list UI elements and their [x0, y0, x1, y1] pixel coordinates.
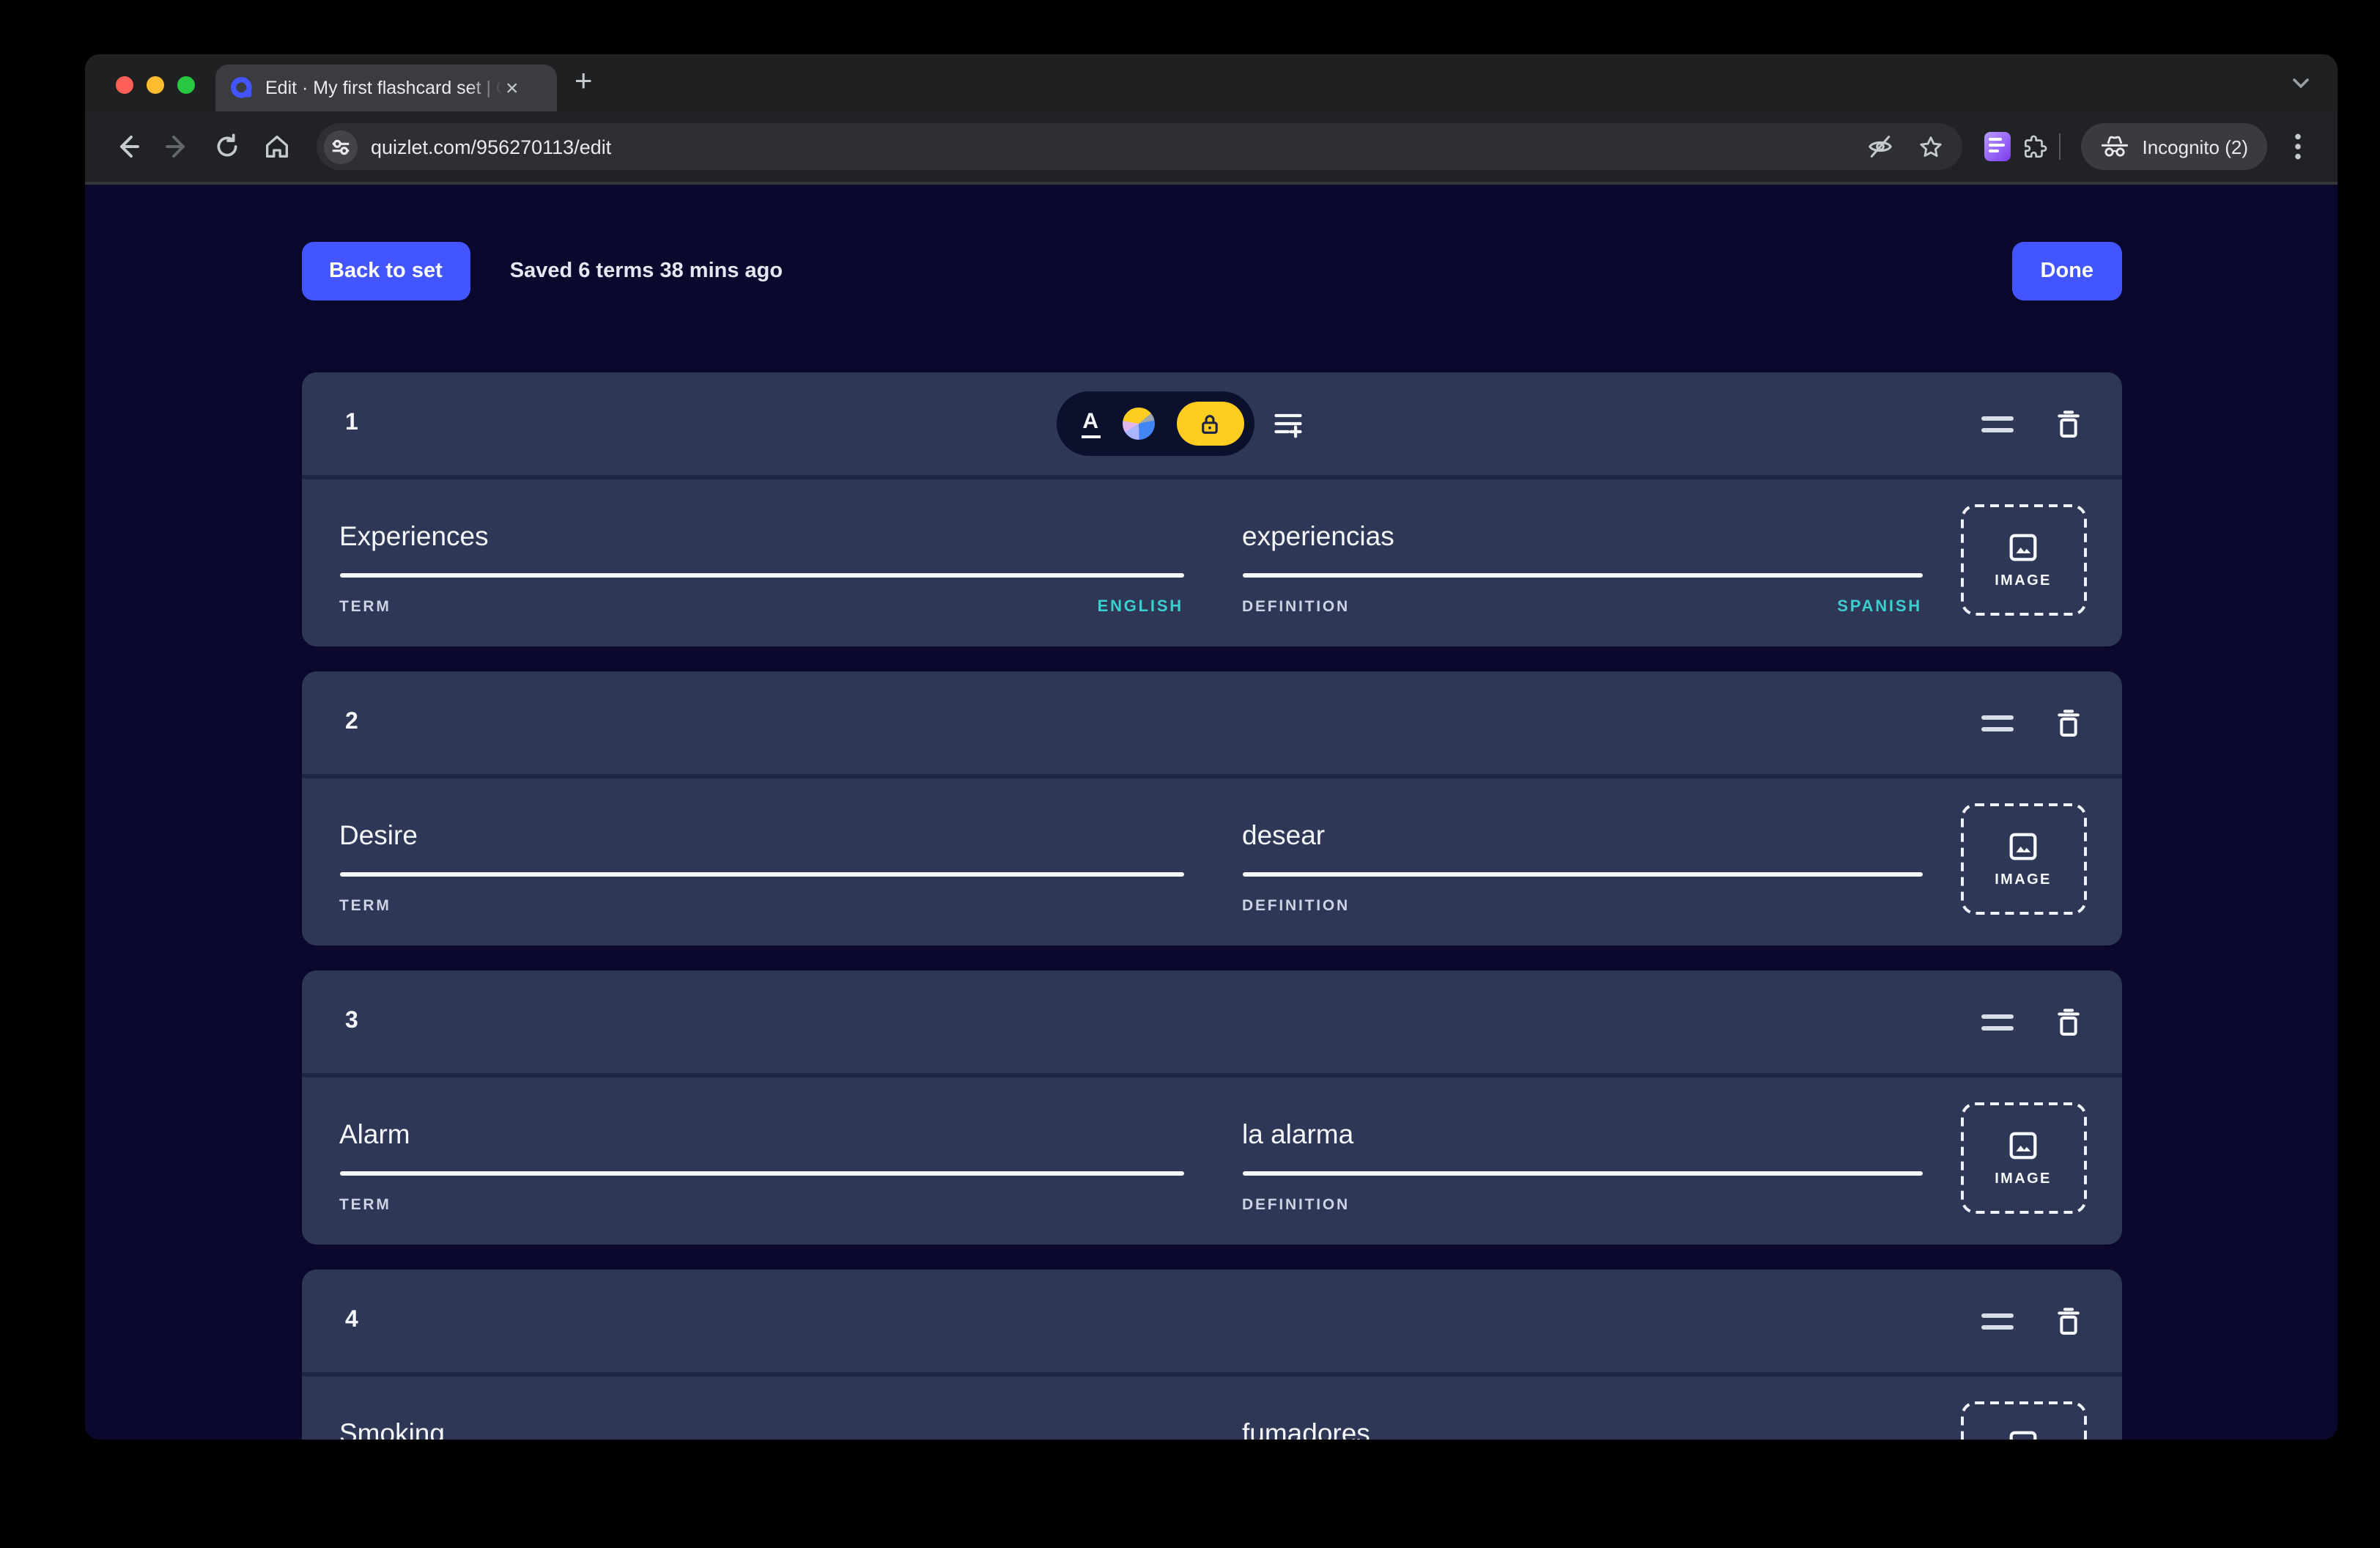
card-body: Experiences TERM ENGLISH experiencias — [301, 479, 2121, 616]
back-button[interactable] — [106, 125, 149, 169]
tab-close-icon[interactable]: × — [506, 77, 519, 99]
definition-input[interactable]: desear — [1242, 819, 1922, 852]
address-bar[interactable]: quizlet.com/956270113/edit — [317, 123, 1962, 170]
extension-purple-icon[interactable] — [1984, 132, 2010, 161]
quizlet-favicon-icon — [230, 76, 254, 100]
delete-card-trash-icon[interactable] — [2052, 408, 2083, 440]
highlight-color-picker-icon[interactable] — [1122, 408, 1154, 440]
page-header: Back to set Saved 6 terms 38 mins ago Do… — [301, 242, 2121, 301]
flashcard-row-2: 2 Desire — [301, 671, 2121, 946]
tab-search-chevron-icon[interactable] — [2285, 67, 2317, 100]
card-number: 4 — [345, 1308, 358, 1334]
card-list: 1 A — [301, 372, 2121, 1440]
card-number: 3 — [345, 1009, 358, 1035]
term-language-badge[interactable]: ENGLISH — [1098, 598, 1183, 616]
card-body: Desire TERM desear DEFINITION — [301, 778, 2121, 915]
flashcard-row-3: 3 Alarm — [301, 970, 2121, 1245]
drag-handle[interactable] — [1981, 1307, 2013, 1335]
done-button[interactable]: Done — [2013, 242, 2122, 301]
add-image-button[interactable]: IMAGE — [1960, 1102, 2086, 1214]
site-settings-icon[interactable] — [324, 130, 358, 163]
new-tab-button[interactable]: + — [574, 66, 593, 97]
term-underline — [339, 573, 1183, 578]
definition-underline — [1242, 1171, 1922, 1176]
add-row-icon[interactable] — [1271, 408, 1304, 440]
lock-highlight-button[interactable] — [1176, 402, 1243, 446]
card-header: 2 — [301, 671, 2121, 774]
forward-button[interactable] — [155, 125, 199, 169]
term-underline — [339, 872, 1183, 877]
screen: Edit · My first flashcard set | Q × + — [0, 0, 2380, 1548]
lock-icon — [1197, 411, 1222, 436]
minimize-window-button[interactable] — [147, 76, 164, 94]
definition-input[interactable]: fumadores — [1242, 1418, 1922, 1440]
definition-label: DEFINITION — [1242, 1196, 1350, 1214]
underline-format-button[interactable]: A — [1081, 410, 1100, 438]
formatting-toolbar: A — [1056, 391, 1254, 456]
card-header: 4 — [301, 1269, 2121, 1372]
flashcard-row-4: 4 Smoking — [301, 1269, 2121, 1440]
add-image-button[interactable]: IMAGE — [1960, 504, 2086, 616]
image-label: IMAGE — [1995, 1171, 2052, 1187]
add-image-button[interactable]: IMAGE — [1960, 1401, 2086, 1440]
definition-label: DEFINITION — [1242, 897, 1350, 915]
card-number: 2 — [345, 710, 358, 736]
quizlet-edit-page: Back to set Saved 6 terms 38 mins ago Do… — [85, 185, 2338, 1440]
card-body: Smoking TERM fumadores DEFINITION — [301, 1376, 2121, 1440]
definition-underline — [1242, 573, 1922, 578]
term-label: TERM — [339, 1196, 391, 1214]
image-icon — [2006, 531, 2040, 564]
drag-handle[interactable] — [1981, 410, 2013, 438]
definition-underline — [1242, 872, 1922, 877]
url-text[interactable]: quizlet.com/956270113/edit — [371, 136, 611, 158]
term-label: TERM — [339, 598, 391, 616]
toolbar-separator — [2058, 133, 2060, 160]
image-label: IMAGE — [1995, 573, 2052, 589]
bookmark-star-icon[interactable] — [1916, 133, 1944, 161]
delete-card-trash-icon[interactable] — [2052, 1305, 2083, 1337]
definition-input[interactable]: experiencias — [1242, 520, 1922, 553]
reload-button[interactable] — [205, 125, 249, 169]
incognito-spy-icon — [2099, 135, 2129, 158]
term-input[interactable]: Desire — [339, 819, 1183, 852]
image-icon — [2006, 1428, 2040, 1440]
add-image-button[interactable]: IMAGE — [1960, 803, 2086, 915]
saved-status: Saved 6 terms 38 mins ago — [510, 259, 783, 283]
card-header: 3 — [301, 970, 2121, 1073]
close-window-button[interactable] — [116, 76, 133, 94]
term-input[interactable]: Smoking — [339, 1418, 1183, 1440]
home-button[interactable] — [255, 125, 299, 169]
drag-handle[interactable] — [1981, 1008, 2013, 1036]
browser-menu-kebab-icon[interactable] — [2279, 128, 2317, 166]
card-body: Alarm TERM la alarma DEFINITION — [301, 1077, 2121, 1214]
drag-handle[interactable] — [1981, 709, 2013, 737]
back-to-set-button[interactable]: Back to set — [301, 242, 470, 301]
card-number: 1 — [345, 410, 358, 437]
browser-window: Edit · My first flashcard set | Q × + — [85, 54, 2338, 1440]
definition-input[interactable]: la alarma — [1242, 1118, 1922, 1151]
browser-tab[interactable]: Edit · My first flashcard set | Q × — [215, 64, 557, 111]
browser-toolbar: quizlet.com/956270113/edit — [85, 111, 2338, 182]
image-icon — [2006, 830, 2040, 863]
image-icon — [2006, 1129, 2040, 1162]
card-header: 1 A — [301, 372, 2121, 475]
definition-language-badge[interactable]: SPANISH — [1837, 598, 1922, 616]
tab-strip: Edit · My first flashcard set | Q × + — [85, 54, 2338, 111]
term-input[interactable]: Alarm — [339, 1118, 1183, 1151]
extensions-puzzle-icon[interactable] — [2020, 133, 2048, 161]
image-label: IMAGE — [1995, 872, 2052, 888]
term-underline — [339, 1171, 1183, 1176]
zoom-window-button[interactable] — [177, 76, 195, 94]
incognito-badge: Incognito (2) — [2080, 123, 2267, 170]
flashcard-row-1: 1 A — [301, 372, 2121, 646]
term-label: TERM — [339, 897, 391, 915]
definition-label: DEFINITION — [1242, 598, 1350, 616]
tab-title: Edit · My first flashcard set | Q — [265, 78, 503, 98]
incognito-label: Incognito (2) — [2142, 136, 2248, 158]
traffic-lights — [116, 76, 195, 94]
delete-card-trash-icon[interactable] — [2052, 1006, 2083, 1038]
password-eye-off-icon[interactable] — [1865, 132, 1894, 161]
term-input[interactable]: Experiences — [339, 520, 1183, 553]
delete-card-trash-icon[interactable] — [2052, 707, 2083, 739]
